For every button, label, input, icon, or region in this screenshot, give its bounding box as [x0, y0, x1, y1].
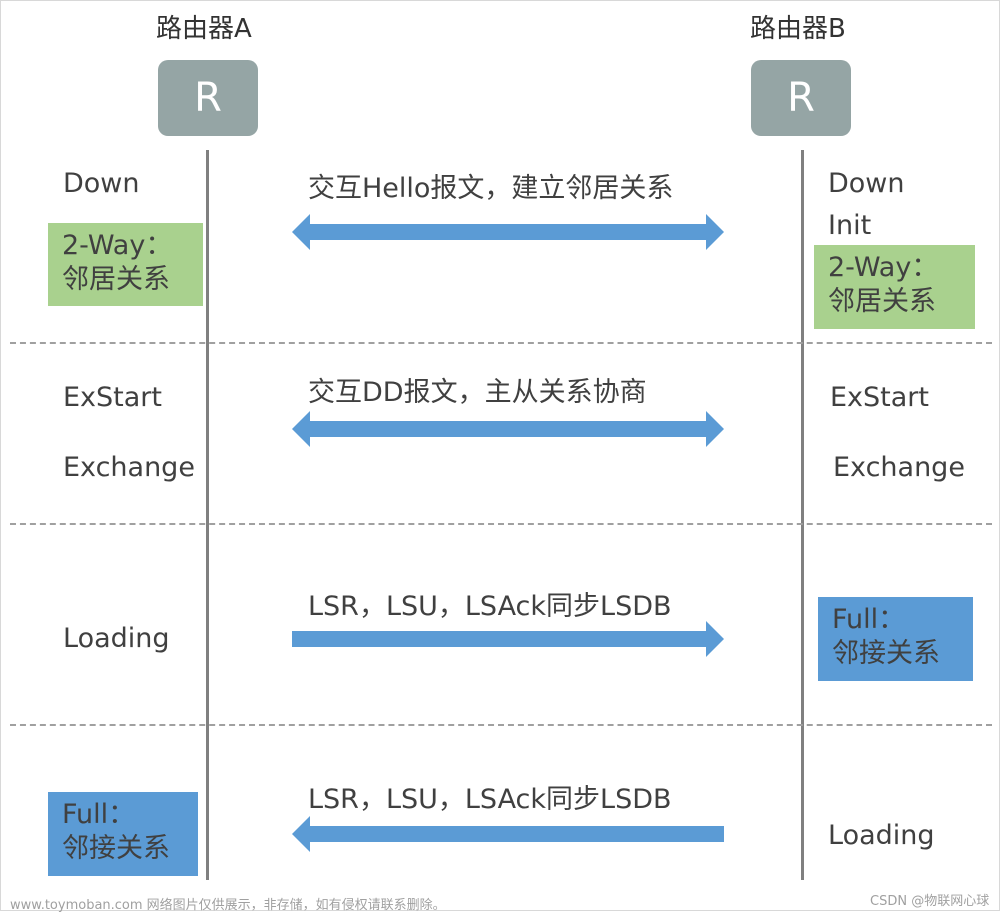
- phase4-message: LSR，LSU，LSAck同步LSDB: [308, 784, 672, 815]
- router-b-state-loading: Loading: [828, 820, 935, 851]
- watermark-source: www.toymoban.com 网络图片仅供展示，非存储，如有侵权请联系删除。: [10, 898, 446, 913]
- router-b-state-down: Down: [828, 168, 905, 199]
- badge-line2: 邻居关系: [828, 286, 936, 317]
- phase-divider-1: [10, 342, 992, 344]
- router-a-2way-badge: 2-Way： 邻居关系: [48, 223, 203, 306]
- router-b-icon: R: [751, 60, 851, 136]
- phase3-message: LSR，LSU，LSAck同步LSDB: [308, 591, 672, 622]
- phase1-message: 交互Hello报文，建立邻居关系: [308, 173, 674, 204]
- router-a-label: R: [194, 75, 222, 121]
- phase-divider-3: [10, 724, 992, 726]
- router-a-state-down: Down: [63, 168, 140, 199]
- phase4-left-arrow: [292, 816, 724, 852]
- router-a-icon: R: [158, 60, 258, 136]
- router-b-2way-badge: 2-Way： 邻居关系: [814, 245, 975, 329]
- router-a-lifeline: [206, 150, 209, 880]
- router-b-state-exchange: Exchange: [833, 452, 965, 483]
- router-b-full-badge: Full： 邻接关系: [818, 597, 973, 681]
- router-a-state-exchange: Exchange: [63, 452, 195, 483]
- badge-line1: Full：: [62, 799, 136, 830]
- router-a-state-loading: Loading: [63, 623, 170, 654]
- router-a-title: 路由器A: [156, 14, 252, 44]
- badge-line2: 邻接关系: [832, 638, 940, 669]
- router-b-title: 路由器B: [750, 14, 846, 44]
- phase3-right-arrow: [292, 621, 724, 657]
- phase2-message: 交互DD报文，主从关系协商: [308, 377, 647, 408]
- router-b-label: R: [787, 75, 815, 121]
- badge-line2: 邻接关系: [62, 833, 170, 864]
- router-b-state-init: Init: [828, 210, 872, 241]
- router-a-state-exstart: ExStart: [63, 382, 162, 413]
- badge-line1: 2-Way：: [828, 252, 939, 283]
- phase1-bidirectional-arrow: [292, 214, 724, 250]
- badge-line1: Full：: [832, 604, 906, 635]
- router-b-lifeline: [801, 150, 804, 880]
- phase2-bidirectional-arrow: [292, 411, 724, 447]
- badge-line1: 2-Way：: [62, 230, 173, 261]
- router-a-full-badge: Full： 邻接关系: [48, 792, 198, 876]
- router-b-state-exstart: ExStart: [830, 382, 929, 413]
- watermark-author: CSDN @物联网心球: [870, 894, 990, 909]
- phase-divider-2: [10, 523, 992, 525]
- badge-line2: 邻居关系: [62, 264, 170, 295]
